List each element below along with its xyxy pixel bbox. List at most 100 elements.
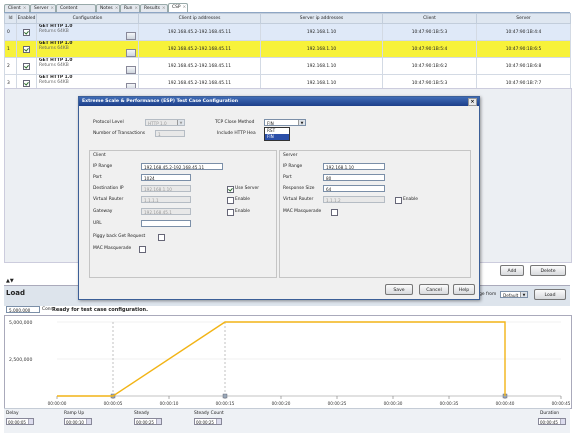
- x-tick-label: 00:00:15: [216, 401, 235, 406]
- client-ip-range-input[interactable]: 192.168.45.2-192.168.45.11: [141, 163, 223, 170]
- column-header-client-ip[interactable]: Client ip addresses: [138, 13, 261, 24]
- destination-ip-input[interactable]: 192.168.1.10: [141, 185, 191, 192]
- dialog-title: Extreme Scale & Performance (ESP) Test C…: [82, 99, 238, 104]
- tab-server[interactable]: Server ×: [30, 4, 56, 12]
- gateway-label: Gateway: [93, 209, 113, 214]
- tab-label: Results: [144, 6, 160, 11]
- page-from-select[interactable]: Default ▼: [500, 291, 528, 298]
- x-tick-label: 00:00:00: [48, 401, 67, 406]
- table-row[interactable]: 1 GET HTTP 1.0 Returns 64KB 192.168.45.2-…: [4, 40, 571, 58]
- column-header-configuration[interactable]: Configuration: [36, 13, 139, 24]
- server-port-value: 80: [326, 176, 332, 181]
- tcp-close-value: FIN: [267, 121, 274, 126]
- client-group-label: Client: [93, 153, 106, 158]
- row-id: 1: [4, 40, 17, 58]
- chevron-down-icon: ▼: [298, 120, 305, 125]
- close-icon[interactable]: ×: [183, 5, 187, 10]
- url-input[interactable]: [141, 220, 191, 227]
- load-button[interactable]: Load: [534, 289, 566, 300]
- gateway-enable-checkbox[interactable]: [227, 209, 234, 216]
- server-port-input[interactable]: 80: [323, 174, 385, 181]
- column-header-id[interactable]: Id: [4, 13, 17, 24]
- tab-run[interactable]: Run ×: [120, 4, 140, 12]
- close-icon[interactable]: ×: [468, 98, 477, 106]
- server-cell: 10:47:90:1B:6:5: [476, 40, 571, 58]
- steady-count-spinner[interactable]: 00:00:25: [194, 418, 222, 425]
- use-server-checkbox[interactable]: [227, 186, 234, 193]
- x-tick-label: 00:00:20: [272, 401, 291, 406]
- row-id: 0: [4, 23, 17, 41]
- duration-label: Duration: [540, 411, 560, 416]
- close-icon[interactable]: ×: [23, 6, 27, 11]
- enabled-checkbox[interactable]: [23, 62, 30, 70]
- close-icon[interactable]: ×: [115, 6, 119, 11]
- duration-spinner[interactable]: 00:00:45: [538, 418, 566, 425]
- edit-config-button[interactable]: [126, 49, 136, 57]
- client-mac-masquerade-checkbox[interactable]: [139, 246, 146, 253]
- response-size-input[interactable]: 64: [323, 185, 385, 192]
- edit-config-button[interactable]: [126, 32, 136, 40]
- enabled-checkbox[interactable]: [23, 45, 30, 53]
- tab-content-files[interactable]: Content Files×: [56, 4, 96, 19]
- steady-label: Steady: [134, 411, 150, 416]
- client-port-label: Port: [93, 175, 102, 180]
- tab-results[interactable]: Results ×: [140, 4, 168, 12]
- piggy-back-checkbox[interactable]: [158, 234, 165, 241]
- client-ip-range-label: IP Range: [93, 164, 113, 169]
- column-header-enabled[interactable]: Enabled: [16, 13, 37, 24]
- client-ip-cell: 192.168.45.2-192.168.45.11: [138, 23, 261, 41]
- phase-handle[interactable]: [222, 393, 228, 399]
- page-from-value: Default: [503, 293, 519, 298]
- server-ip-range-input[interactable]: 192.168.1.10: [323, 163, 385, 170]
- delay-spinner[interactable]: 00:00:05: [6, 418, 34, 425]
- server-virtual-router-enable-checkbox[interactable]: [395, 197, 402, 204]
- config-description: Returns 64KB: [39, 63, 69, 68]
- column-header-server-ip[interactable]: Server ip addresses: [260, 13, 383, 24]
- save-button[interactable]: Save: [385, 284, 413, 295]
- config-description: Returns 64KB: [39, 29, 69, 34]
- client-cell: 10:47:90:1B:6:2: [382, 57, 477, 75]
- close-icon[interactable]: ×: [134, 6, 138, 11]
- column-header-server[interactable]: Server: [476, 13, 571, 24]
- dropdown-option-fin[interactable]: FIN: [265, 134, 289, 140]
- edit-config-button[interactable]: [126, 66, 136, 74]
- tab-client[interactable]: Client ×: [4, 4, 30, 12]
- table-row[interactable]: 2 GET HTTP 1.0 Returns 64KB 192.168.45.2-…: [4, 57, 571, 75]
- client-ip-cell: 192.168.45.2-192.168.45.11: [138, 40, 261, 58]
- gateway-input[interactable]: 192.168.45.1: [141, 208, 191, 215]
- delete-button[interactable]: Delete: [530, 265, 566, 276]
- x-tick-label: 00:00:30: [384, 401, 403, 406]
- table-row[interactable]: 0 GET HTTP 1.0 Returns 64KB 192.168.45.2-…: [4, 23, 571, 41]
- close-icon[interactable]: ×: [50, 6, 54, 11]
- collapse-arrows-icon[interactable]: ▲▼: [6, 278, 14, 284]
- protocol-level-label: Protocol Level: [93, 120, 124, 125]
- add-button[interactable]: Add: [500, 265, 524, 276]
- client-port-input[interactable]: 1024: [141, 174, 191, 181]
- enabled-checkbox[interactable]: [23, 28, 30, 36]
- steady-spinner[interactable]: 00:00:25: [134, 418, 162, 425]
- column-header-client[interactable]: Client: [382, 13, 477, 24]
- connections-spinner[interactable]: 5,000,000: [6, 306, 40, 313]
- ramp-up-spinner[interactable]: 00:00:10: [64, 418, 92, 425]
- client-virtual-router-enable-label: Enable: [235, 197, 250, 202]
- dialog-title-bar[interactable]: Extreme Scale & Performance (ESP) Test C…: [79, 97, 479, 106]
- cancel-button[interactable]: Cancel: [419, 284, 449, 295]
- enabled-checkbox[interactable]: [23, 79, 30, 87]
- tcp-close-select[interactable]: FIN ▼: [264, 119, 306, 126]
- server-virtual-router-input[interactable]: 1.1.1.2: [323, 196, 385, 203]
- num-transactions-spinner[interactable]: 1: [155, 130, 185, 137]
- client-cell: 10:47:90:1B:5:3: [382, 23, 477, 41]
- tab-label: Notes: [100, 6, 113, 11]
- protocol-level-select[interactable]: HTTP 1.0 ▼: [145, 119, 185, 126]
- client-virtual-router-input[interactable]: 1.1.1.1: [141, 196, 191, 203]
- client-mac-masquerade-label: MAC Masquerade: [93, 246, 132, 251]
- server-ip-cell: 192.168.1.10: [260, 23, 383, 41]
- client-virtual-router-enable-checkbox[interactable]: [227, 197, 234, 204]
- steady-count-value: 00:00:25: [196, 420, 214, 425]
- tab-notes[interactable]: Notes ×: [96, 4, 120, 12]
- delay-label: Delay: [6, 411, 19, 416]
- server-mac-masquerade-checkbox[interactable]: [331, 209, 338, 216]
- tab-csp[interactable]: CSP ×: [168, 3, 188, 12]
- help-button[interactable]: Help: [453, 284, 475, 295]
- close-icon[interactable]: ×: [162, 6, 166, 11]
